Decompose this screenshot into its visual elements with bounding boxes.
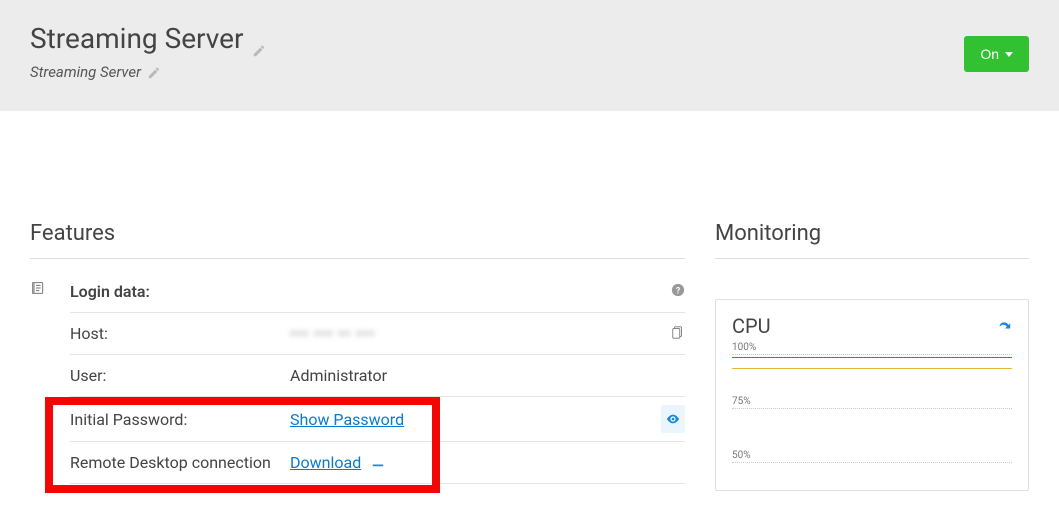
caret-down-icon xyxy=(1005,52,1013,57)
cpu-chart: 100% 75% 50% xyxy=(732,348,1012,480)
rdc-value-cell: Download xyxy=(290,453,655,472)
eye-icon[interactable] xyxy=(661,405,685,433)
pencil-icon[interactable] xyxy=(147,66,159,78)
login-data-block: Login data: ? Host: ••• ••• •• ••• xyxy=(30,271,685,484)
login-data-table: Login data: ? Host: ••• ••• •• ••• xyxy=(70,271,685,484)
status-label: On xyxy=(980,46,999,62)
svg-text:?: ? xyxy=(676,287,680,297)
login-data-header-row: Login data: ? xyxy=(70,271,685,313)
cpu-threshold-100 xyxy=(732,357,1012,358)
password-row: Initial Password: Show Password xyxy=(70,397,685,442)
status-toggle-button[interactable]: On xyxy=(964,36,1029,72)
cpu-title: CPU xyxy=(732,314,771,338)
cpu-card-header: CPU xyxy=(732,314,1012,338)
help-cell: ? xyxy=(655,282,685,301)
feature-icon-cell xyxy=(30,271,70,484)
login-data-label: Login data: xyxy=(70,282,290,301)
title-text: Streaming Server xyxy=(30,22,244,55)
host-value: ••• ••• •• ••• xyxy=(290,324,655,343)
content-area: Features Login data: ? xyxy=(0,111,1059,491)
tick-75: 75% xyxy=(732,396,751,407)
pencil-icon[interactable] xyxy=(252,32,266,46)
page-header: Streaming Server Streaming Server On xyxy=(0,0,1059,111)
password-action-cell xyxy=(655,405,685,433)
page-title: Streaming Server xyxy=(30,22,964,55)
rdc-row: Remote Desktop connection Download xyxy=(70,442,685,484)
header-left: Streaming Server Streaming Server xyxy=(30,22,964,81)
copy-icon[interactable] xyxy=(671,324,685,343)
subtitle-text: Streaming Server xyxy=(30,63,141,81)
page-subtitle: Streaming Server xyxy=(30,63,964,81)
monitoring-heading: Monitoring xyxy=(715,221,1029,259)
user-value: Administrator xyxy=(290,366,655,385)
user-label: User: xyxy=(70,366,290,385)
rdc-label: Remote Desktop connection xyxy=(70,453,290,472)
password-value-cell: Show Password xyxy=(290,410,655,429)
user-row: User: Administrator xyxy=(70,355,685,397)
cpu-threshold-warn xyxy=(732,368,1012,369)
highlighted-rows: Initial Password: Show Password Remote D… xyxy=(70,397,685,484)
tick-100: 100% xyxy=(732,342,756,353)
download-icon[interactable] xyxy=(371,453,385,472)
clipboard-icon xyxy=(30,282,46,301)
features-heading: Features xyxy=(30,221,685,259)
show-password-link[interactable]: Show Password xyxy=(290,410,404,429)
features-column: Features Login data: ? xyxy=(30,221,685,491)
help-icon[interactable]: ? xyxy=(671,282,685,301)
cpu-card: CPU 100% 75% 50% xyxy=(715,299,1029,491)
host-label: Host: xyxy=(70,324,290,343)
share-icon[interactable] xyxy=(998,317,1012,336)
download-link[interactable]: Download xyxy=(290,453,361,472)
password-label: Initial Password: xyxy=(70,410,290,429)
monitoring-column: Monitoring CPU 100% 75% xyxy=(715,221,1029,491)
host-row: Host: ••• ••• •• ••• xyxy=(70,313,685,355)
copy-host-cell xyxy=(655,324,685,343)
tick-50: 50% xyxy=(732,450,751,461)
